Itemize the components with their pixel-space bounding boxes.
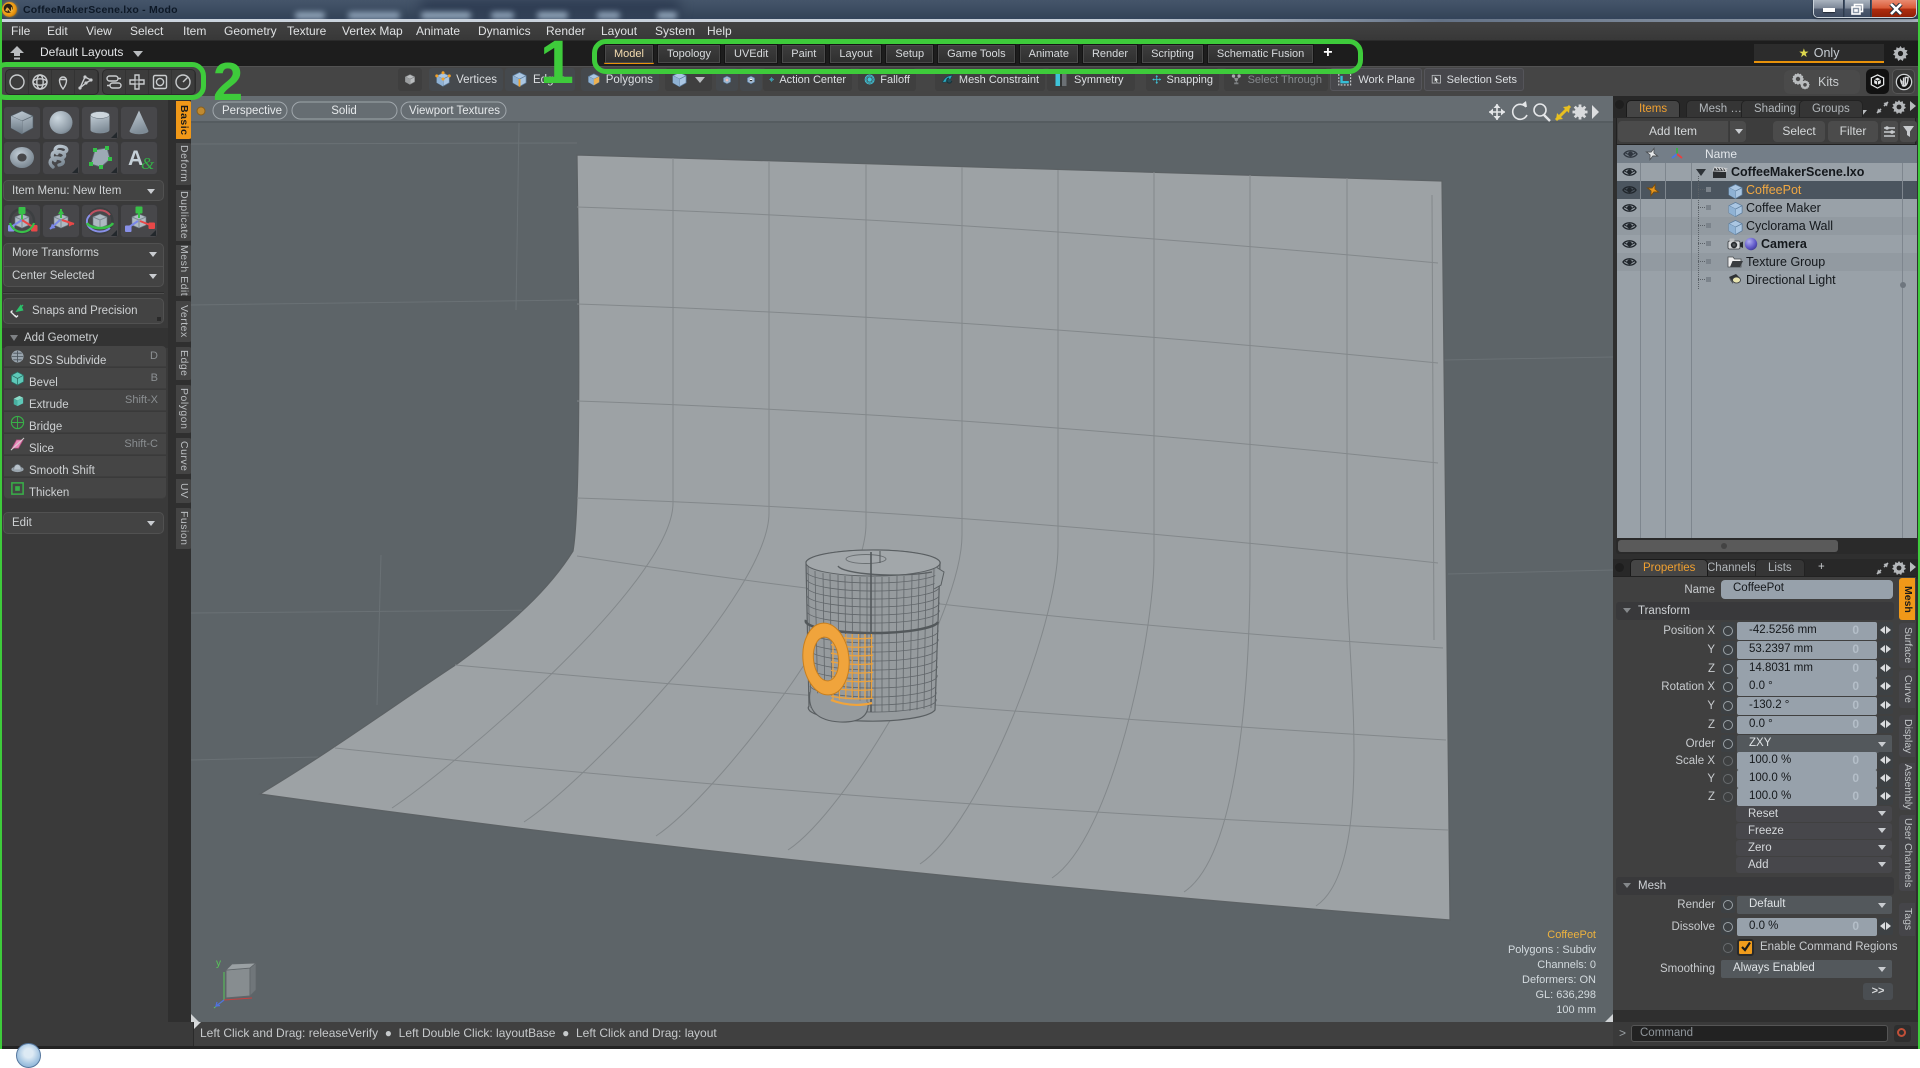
svg-text:100 mm: 100 mm — [1556, 1004, 1596, 1016]
svg-text:Channels: 0: Channels: 0 — [1537, 959, 1596, 971]
svg-text:Polygons : Subdiv: Polygons : Subdiv — [1508, 944, 1597, 956]
svg-text:Solid: Solid — [331, 105, 357, 117]
svg-text:Deformers: ON: Deformers: ON — [1522, 974, 1596, 986]
svg-text:GL: 636,298: GL: 636,298 — [1535, 989, 1596, 1001]
svg-text:CoffeePot: CoffeePot — [1547, 929, 1596, 941]
svg-text:Viewport Textures: Viewport Textures — [409, 105, 500, 117]
svg-text:&: & — [141, 154, 155, 173]
svg-text:y: y — [216, 958, 221, 969]
